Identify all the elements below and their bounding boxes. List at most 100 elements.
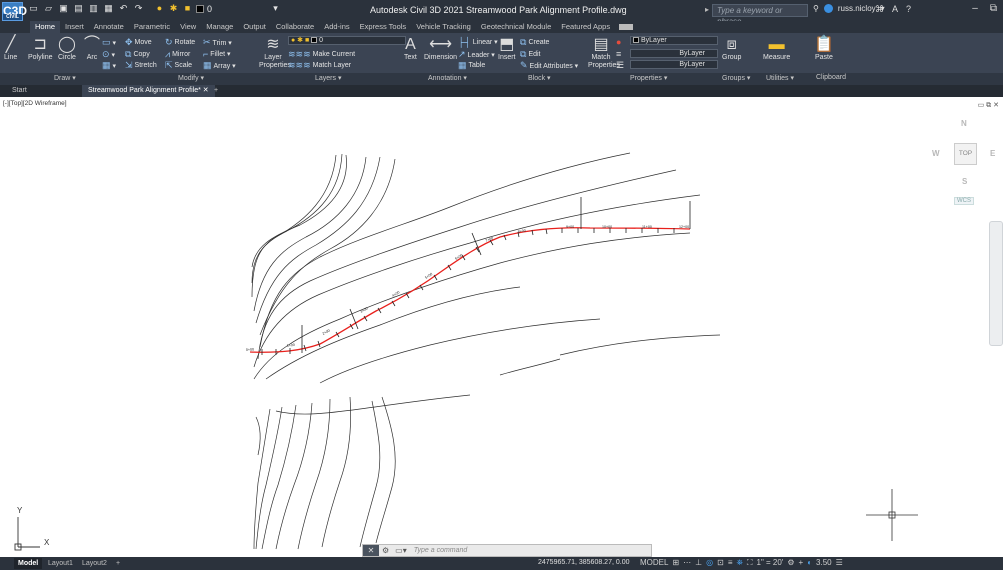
cart-icon[interactable]: ⌘ xyxy=(875,4,884,15)
command-close-icon[interactable]: ✕ xyxy=(363,545,379,556)
restore-icon[interactable]: ⧉ xyxy=(990,3,997,14)
polyline-button[interactable]: ⊐ Polyline xyxy=(28,36,53,61)
qat-layer-control[interactable]: ● ✱ ■ 0 ▾ xyxy=(154,3,281,14)
fillet-button[interactable]: ⌐ Fillet ▾ xyxy=(203,49,231,59)
ellipse-button[interactable]: ⊙ ▾ xyxy=(102,49,115,60)
dimension-button[interactable]: ⟷ Dimension xyxy=(424,36,457,61)
annotation-panel-title-overlay[interactable]: Annotation ▾ xyxy=(428,74,467,82)
layout1-tab[interactable]: Layout1 xyxy=(44,558,77,569)
layout2-tab[interactable]: Layout2 xyxy=(78,558,111,569)
create-block-button[interactable]: ⧉ Create xyxy=(520,37,549,48)
annotation-scale-value[interactable]: 1" = 20' xyxy=(757,558,784,568)
polar-icon[interactable]: ◎ xyxy=(706,558,713,568)
tab-parametric[interactable]: Parametric xyxy=(129,21,175,33)
tab-insert[interactable]: Insert xyxy=(60,21,89,33)
new-icon[interactable]: ▭ xyxy=(28,3,39,14)
recent-commands-icon[interactable]: ▭▾ xyxy=(392,546,410,555)
autoscale-icon[interactable]: ⛶ xyxy=(747,558,753,568)
wcs-menu[interactable]: WCS xyxy=(954,197,974,205)
alignment[interactable] xyxy=(249,227,691,353)
viewcube-top-face[interactable]: TOP xyxy=(954,143,977,165)
application-menu-button[interactable]: C3D CIVIL xyxy=(2,2,27,21)
edit-block-button[interactable]: ⧉ Edit xyxy=(520,49,541,60)
group-button[interactable]: ⧈ Group xyxy=(722,36,741,61)
modify-panel-title-overlay[interactable]: Modify ▾ xyxy=(178,74,204,82)
isolate-icon[interactable]: ◐ xyxy=(807,558,812,568)
paste-button[interactable]: 📋 Paste xyxy=(814,36,834,61)
drawing-tab[interactable]: Streamwood Park Alignment Profile* ✕ xyxy=(82,85,215,97)
viewcube[interactable]: N W TOP E S WCS xyxy=(932,117,1002,207)
layer-dropdown[interactable]: ● ✱ ■ 0 xyxy=(288,36,406,45)
tab-output[interactable]: Output xyxy=(238,21,271,33)
measure-button[interactable]: ▬ Measure xyxy=(763,36,790,61)
block-panel-title-overlay[interactable]: Block ▾ xyxy=(528,74,551,82)
viewcube-west[interactable]: W xyxy=(932,149,940,158)
save-as-icon[interactable]: ▤ xyxy=(73,3,84,14)
chevron-down-icon[interactable]: ▾ xyxy=(270,3,281,14)
arc-button[interactable]: ⌒ Arc xyxy=(84,36,100,61)
match-properties-button[interactable]: ▤ Match Properties xyxy=(588,36,620,70)
search-icon[interactable]: ⚲ xyxy=(813,4,819,13)
grid-icon[interactable]: ⊞ xyxy=(672,558,679,568)
layer-properties-button[interactable]: ≋ Layer Properties xyxy=(259,36,291,70)
lineweight-toggle-icon[interactable]: ≡ xyxy=(728,558,733,568)
tab-view[interactable]: View xyxy=(175,21,201,33)
help-search-input[interactable]: Type a keyword or phrase xyxy=(712,4,808,26)
annotation-visibility-icon[interactable]: ⛯ xyxy=(736,558,742,568)
text-button[interactable]: A Text xyxy=(404,36,417,61)
tab-home[interactable]: Home xyxy=(30,21,61,33)
color-dropdown[interactable]: ByLayer xyxy=(630,36,718,45)
redo-icon[interactable]: ↷ xyxy=(133,3,144,14)
properties-panel-title-overlay[interactable]: Properties ▾ xyxy=(630,74,667,82)
command-line[interactable]: ✕ ⚙ ▭▾ Type a command xyxy=(362,544,652,557)
tab-add-ins[interactable]: Add-ins xyxy=(319,21,354,33)
add-layout-icon[interactable]: + xyxy=(112,558,124,569)
draw-panel-title-overlay[interactable]: Draw ▾ xyxy=(54,74,76,82)
plus-icon[interactable]: + xyxy=(799,558,804,568)
hatch-button[interactable]: ▦ ▾ xyxy=(102,60,116,71)
new-tab-button[interactable]: + xyxy=(208,85,224,97)
line-button[interactable]: ╱ Line xyxy=(4,36,17,61)
model-space-toggle[interactable]: MODEL xyxy=(640,558,668,568)
autodesk-a360-icon[interactable]: A xyxy=(892,4,898,15)
model-tab[interactable]: Model xyxy=(14,558,43,569)
viewcube-north[interactable]: N xyxy=(961,119,967,128)
rectangle-button[interactable]: ▭ ▾ xyxy=(102,37,116,48)
command-input[interactable]: Type a command xyxy=(410,547,468,554)
undo-icon[interactable]: ↶ xyxy=(118,3,129,14)
utilities-panel-title-overlay[interactable]: Utilities ▾ xyxy=(766,74,794,82)
command-customize-icon[interactable]: ⚙ xyxy=(379,546,392,555)
edit-attributes-button[interactable]: ✎ Edit Attributes ▾ xyxy=(520,60,578,71)
open-icon[interactable]: ▱ xyxy=(43,3,54,14)
search-expand-icon[interactable]: ▸ xyxy=(705,5,709,14)
table-button[interactable]: ▦ Table xyxy=(458,60,485,71)
rotate-button[interactable]: ↻ Rotate xyxy=(165,37,195,48)
tab-manage[interactable]: Manage xyxy=(201,21,238,33)
viewcube-south[interactable]: S xyxy=(962,177,967,186)
insert-block-button[interactable]: ⬒ Insert xyxy=(498,36,516,61)
save-icon[interactable]: ▣ xyxy=(58,3,69,14)
ortho-icon[interactable]: ⊥ xyxy=(695,558,702,568)
make-current-button[interactable]: ≋≋≋ Make Current xyxy=(288,49,355,60)
plot-icon[interactable]: ▥ xyxy=(88,3,99,14)
tab-express-tools[interactable]: Express Tools xyxy=(355,21,412,33)
mirror-button[interactable]: ⩘ Mirror xyxy=(165,49,190,60)
linear-button[interactable]: ├┤ Linear ▾ xyxy=(458,37,498,47)
drawing-canvas[interactable]: 0+00 1+00 2+00 3+00 4+00 5+00 6+00 7+00 … xyxy=(0,97,1003,557)
linetype-dropdown[interactable]: ByLayer xyxy=(630,49,718,58)
navigation-bar[interactable] xyxy=(989,221,1003,346)
groups-panel-title-overlay[interactable]: Groups ▾ xyxy=(722,74,750,82)
alignment-centerline[interactable] xyxy=(249,227,691,353)
clipboard-panel-title-overlay[interactable]: Clipboard xyxy=(816,74,846,81)
scale-button[interactable]: ⇱ Scale xyxy=(165,60,192,71)
start-tab[interactable]: Start xyxy=(6,85,33,97)
coordinate-readout[interactable]: 2475965.71, 385608.27, 0.00 xyxy=(538,559,629,566)
tab-annotate[interactable]: Annotate xyxy=(89,21,129,33)
match-layer-button[interactable]: ≋≋≋ Match Layer xyxy=(288,60,351,71)
viewcube-east[interactable]: E xyxy=(990,149,995,158)
copy-button[interactable]: ⧉ Copy xyxy=(125,49,150,60)
lineweight-dropdown[interactable]: ByLayer xyxy=(630,60,718,69)
snap-icon[interactable]: ⋯ xyxy=(683,558,691,568)
array-button[interactable]: ▦ Array ▾ xyxy=(203,60,236,71)
print-icon[interactable]: ▦ xyxy=(103,3,114,14)
